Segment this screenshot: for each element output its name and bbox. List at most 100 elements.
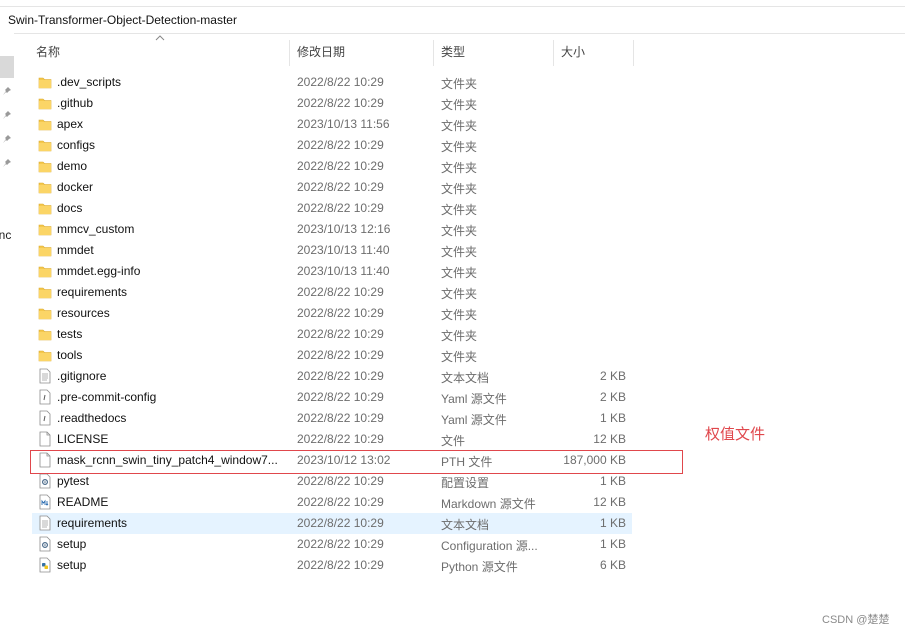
- column-divider[interactable]: [553, 40, 554, 66]
- file-row[interactable]: configs 2022/8/22 10:29 文件夹: [32, 135, 632, 156]
- pin-icon[interactable]: [2, 158, 12, 168]
- file-row[interactable]: demo 2022/8/22 10:29 文件夹: [32, 156, 632, 177]
- file-row[interactable]: tests 2022/8/22 10:29 文件夹: [32, 324, 632, 345]
- file-row[interactable]: docs 2022/8/22 10:29 文件夹: [32, 198, 632, 219]
- file-name: .github: [57, 96, 94, 110]
- file-row[interactable]: .pre-commit-config 2022/8/22 10:29 Yaml 源文…: [32, 387, 632, 408]
- file-name: mmdet.egg-info: [57, 264, 141, 278]
- config-file-icon: [38, 536, 52, 552]
- file-name: tests: [57, 327, 83, 341]
- column-header-size[interactable]: 大小: [561, 42, 585, 66]
- column-header-type[interactable]: 类型: [441, 42, 465, 66]
- address-bar[interactable]: Swin-Transformer-Object-Detection-master: [0, 6, 905, 34]
- file-name: .dev_scripts: [57, 75, 122, 89]
- folder-icon: [38, 347, 52, 363]
- column-header-name[interactable]: 名称: [36, 42, 60, 66]
- navigation-item-label[interactable]: enc: [0, 228, 11, 242]
- python-file-icon: [38, 557, 52, 573]
- file-name: docker: [57, 180, 94, 194]
- file-name: mmcv_custom: [57, 222, 135, 236]
- file-name: setup: [57, 537, 87, 551]
- file-row[interactable]: requirements 2022/8/22 10:29 文本文档 1 KB: [32, 513, 632, 534]
- file-modified-date: 2022/8/22 10:29: [297, 138, 384, 152]
- file-size: 1 KB: [599, 474, 626, 488]
- file-type: 文件夹: [441, 182, 478, 196]
- column-header-date[interactable]: 修改日期: [297, 42, 345, 66]
- file-row[interactable]: setup 2022/8/22 10:29 Configuration 源... 1 …: [32, 534, 632, 555]
- folder-icon: [38, 263, 52, 279]
- column-divider[interactable]: [433, 40, 434, 66]
- file-size: 2 KB: [599, 369, 626, 383]
- folder-icon: [38, 137, 52, 153]
- file-type: 文件夹: [441, 98, 478, 112]
- pin-icon[interactable]: [2, 86, 12, 96]
- file-name: setup: [57, 558, 87, 572]
- file-size: 12 KB: [593, 495, 626, 509]
- file-type: 文本文档: [441, 371, 490, 385]
- file-modified-date: 2023/10/13 11:40: [297, 243, 390, 257]
- file-type: 文件夹: [441, 287, 478, 301]
- pin-icon[interactable]: [2, 110, 12, 120]
- file-row[interactable]: apex 2023/10/13 11:56 文件夹: [32, 114, 632, 135]
- file-modified-date: 2022/8/22 10:29: [297, 390, 384, 404]
- yaml-file-icon: [38, 410, 52, 426]
- file-row[interactable]: docker 2022/8/22 10:29 文件夹: [32, 177, 632, 198]
- file-modified-date: 2022/8/22 10:29: [297, 495, 384, 509]
- annotation-label: 权值文件: [705, 426, 766, 443]
- file-row[interactable]: pytest 2022/8/22 10:29 配置设置 1 KB: [32, 471, 632, 492]
- file-row[interactable]: .github 2022/8/22 10:29 文件夹: [32, 93, 632, 114]
- file-name: README: [57, 495, 109, 509]
- column-divider[interactable]: [289, 40, 290, 66]
- file-row[interactable]: .dev_scripts 2022/8/22 10:29 文件夹: [32, 72, 632, 93]
- folder-icon: [38, 200, 52, 216]
- file-modified-date: 2022/8/22 10:29: [297, 516, 384, 530]
- file-row[interactable]: requirements 2022/8/22 10:29 文件夹: [32, 282, 632, 303]
- file-modified-date: 2022/8/22 10:29: [297, 432, 384, 446]
- file-type: 文件夹: [441, 329, 478, 343]
- file-row[interactable]: mmdet.egg-info 2023/10/13 11:40 文件夹: [32, 261, 632, 282]
- file-row[interactable]: .gitignore 2022/8/22 10:29 文本文档 2 KB: [32, 366, 632, 387]
- highlight-box: [30, 450, 683, 474]
- file-modified-date: 2022/8/22 10:29: [297, 201, 384, 215]
- pin-icon[interactable]: [2, 134, 12, 144]
- file-type: Markdown 源文件: [441, 497, 536, 511]
- file-row[interactable]: .readthedocs 2022/8/22 10:29 Yaml 源文件 1 KB: [32, 408, 632, 429]
- file-modified-date: 2022/8/22 10:29: [297, 369, 384, 383]
- folder-icon: [38, 242, 52, 258]
- file-row[interactable]: LICENSE 2022/8/22 10:29 文件 12 KB: [32, 429, 632, 450]
- folder-icon: [38, 116, 52, 132]
- markdown-file-icon: [38, 494, 52, 510]
- folder-icon: [38, 179, 52, 195]
- file-name: .gitignore: [57, 369, 107, 383]
- file-name: requirements: [57, 285, 128, 299]
- file-name: requirements: [57, 516, 128, 530]
- file-modified-date: 2022/8/22 10:29: [297, 180, 384, 194]
- file-modified-date: 2022/8/22 10:29: [297, 411, 384, 425]
- file-type: 文件夹: [441, 161, 478, 175]
- file-row[interactable]: resources 2022/8/22 10:29 文件夹: [32, 303, 632, 324]
- file-row[interactable]: mmcv_custom 2023/10/13 12:16 文件夹: [32, 219, 632, 240]
- file-icon: [38, 431, 52, 447]
- column-divider[interactable]: [633, 40, 634, 66]
- file-type: 文件夹: [441, 245, 478, 259]
- sort-ascending-icon: [155, 35, 165, 41]
- file-row[interactable]: mmdet 2023/10/13 11:40 文件夹: [32, 240, 632, 261]
- file-name: LICENSE: [57, 432, 109, 446]
- file-modified-date: 2023/10/13 11:40: [297, 264, 390, 278]
- navigation-selected-item[interactable]: [0, 56, 14, 78]
- file-name: demo: [57, 159, 88, 173]
- file-row[interactable]: README 2022/8/22 10:29 Markdown 源文件 12 KB: [32, 492, 632, 513]
- navigation-pane: [0, 32, 14, 633]
- folder-icon: [38, 221, 52, 237]
- file-name: tools: [57, 348, 83, 362]
- file-row[interactable]: tools 2022/8/22 10:29 文件夹: [32, 345, 632, 366]
- file-modified-date: 2022/8/22 10:29: [297, 537, 384, 551]
- file-type: 文件夹: [441, 308, 478, 322]
- file-row[interactable]: setup 2022/8/22 10:29 Python 源文件 6 KB: [32, 555, 632, 576]
- file-name: .readthedocs: [57, 411, 127, 425]
- file-type: 文件夹: [441, 224, 478, 238]
- folder-icon: [38, 326, 52, 342]
- file-modified-date: 2023/10/13 12:16: [297, 222, 391, 236]
- file-name: resources: [57, 306, 110, 320]
- folder-path: Swin-Transformer-Object-Detection-master: [8, 13, 237, 27]
